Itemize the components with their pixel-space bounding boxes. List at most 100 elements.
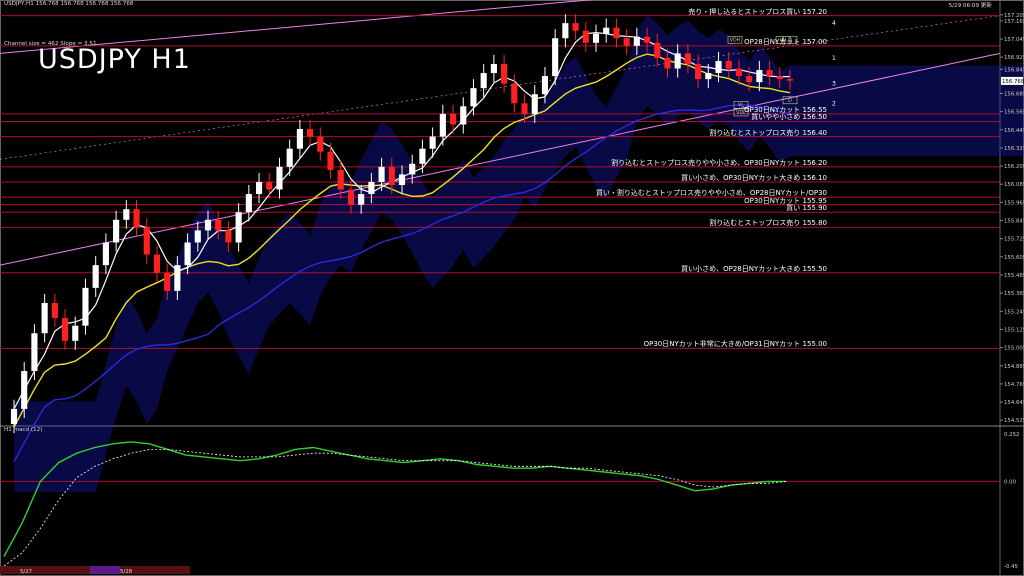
y-tick-label: 154.765: [1004, 382, 1024, 388]
candle-body: [429, 136, 436, 149]
candle-body: [164, 272, 171, 291]
y-tick-label: 155.725: [1004, 237, 1024, 243]
candle-body: [184, 242, 191, 266]
candle-body: [490, 63, 497, 74]
channel-mark: 1: [832, 55, 836, 62]
candle-body: [307, 129, 314, 137]
candle-body: [419, 148, 426, 164]
channel-mark: 4: [832, 20, 836, 27]
candle-body: [715, 60, 722, 74]
level-label: 買い小さめ、OP30日NYカット大きめ 156.10: [681, 173, 827, 182]
candle-body: [368, 181, 375, 195]
x-label: 5/27: [20, 569, 32, 575]
level-label: 割り込むとストップロス売り 155.80: [709, 219, 827, 228]
candle-body: [327, 151, 334, 170]
y-tick-label: 156.685: [1004, 91, 1024, 97]
y-tick-label: 156.925: [1004, 55, 1024, 61]
candle-body: [143, 227, 150, 255]
candle-body: [347, 189, 355, 205]
box-label: D: [788, 98, 792, 104]
candle-body: [786, 79, 794, 81]
candle-body: [776, 76, 783, 80]
candle-body: [113, 219, 120, 243]
update-time: 5/29 06:09 更新: [948, 3, 992, 9]
candle-body: [358, 194, 365, 205]
candle-body: [215, 219, 222, 231]
candle-body: [603, 27, 610, 34]
level-label: 買い 155.90: [786, 204, 827, 213]
candle-body: [552, 38, 559, 77]
candle-body: [92, 265, 99, 288]
candle-body: [61, 318, 69, 341]
candle-body: [695, 63, 702, 80]
x-label: 5/28: [120, 569, 133, 575]
candle-body: [449, 113, 457, 125]
chart-title: USDJPY H1: [38, 44, 191, 75]
y-tick-label: 154.645: [1004, 400, 1024, 406]
candle-body: [388, 166, 395, 185]
candle-body: [705, 73, 712, 80]
candle-body: [766, 70, 773, 77]
level-label: 売り・押し込るとストップロス買い 157.20: [688, 7, 827, 16]
y-tick-label: 156.325: [1004, 146, 1024, 152]
candle-body: [276, 166, 283, 190]
candle-body: [82, 287, 89, 326]
candle-body: [51, 302, 58, 319]
y-tick-label: 155.005: [1004, 346, 1024, 352]
candle-body: [266, 181, 273, 190]
candle-body: [286, 148, 293, 167]
candle-body: [511, 83, 518, 104]
candle-body: [337, 169, 344, 190]
y-tick-label: 156.205: [1004, 164, 1024, 170]
y-tick-label: 155.485: [1004, 273, 1024, 279]
osc-tick-label: -0.45: [1004, 564, 1018, 570]
candle-body: [153, 254, 161, 273]
candle-body: [439, 113, 446, 137]
candle-body: [531, 94, 538, 114]
ichimoku-cloud: [14, 15, 1024, 493]
candle-body: [470, 88, 477, 107]
candle-body: [10, 408, 18, 424]
candle-body: [501, 63, 508, 84]
y-tick-label: 155.365: [1004, 291, 1024, 297]
candle-body: [735, 68, 743, 77]
candle-body: [480, 73, 487, 89]
candle-body: [245, 194, 252, 213]
level-label: OP28日NYカット 157.00: [744, 37, 827, 46]
symbol-header: USDJPY,H1 156.768 156.768 156.768 156.76…: [4, 1, 134, 7]
candle-body: [562, 23, 569, 39]
candle-body: [194, 230, 201, 243]
candle-body: [592, 33, 600, 43]
y-tick-label: 155.245: [1004, 309, 1024, 315]
candle-body: [123, 209, 130, 220]
y-tick-label: 157.165: [1004, 19, 1024, 25]
candle-body: [643, 36, 651, 43]
y-tick-label: 156.845: [1004, 67, 1024, 73]
level-label: 買いやや小さめ 156.50: [751, 113, 827, 122]
candle-body: [746, 76, 753, 83]
candle-body: [204, 219, 212, 231]
y-tick-label: 155.125: [1004, 327, 1024, 333]
candle-body: [674, 53, 681, 69]
level-label: 買い小さめ、OP28日NYカット大きめ 155.50: [681, 264, 827, 273]
y-tick-label: 155.965: [1004, 200, 1024, 206]
level-label: OP30日NYカット非常に大きめ/OP31日NYカット 155.00: [643, 340, 827, 349]
candle-body: [684, 53, 691, 64]
channel-info: Channel size = 462 Slope = 3.51: [4, 41, 97, 47]
candle-body: [633, 36, 640, 46]
candle-body: [317, 136, 324, 152]
macd-signal-line: [3, 449, 787, 567]
candle-body: [133, 209, 140, 228]
candle-body: [296, 129, 303, 149]
osc-tick-label: 0.252: [1004, 432, 1019, 438]
candle-body: [102, 242, 109, 266]
candle-body: [255, 181, 263, 195]
candle-body: [174, 265, 181, 291]
y-tick-label: 156.445: [1004, 128, 1024, 134]
candle-body: [378, 166, 385, 182]
osc-tick-label: 0.00: [1004, 479, 1017, 485]
candle-body: [235, 212, 242, 243]
y-tick-label: 155.605: [1004, 255, 1024, 261]
candle-body: [572, 23, 579, 31]
candle-body: [225, 230, 232, 243]
